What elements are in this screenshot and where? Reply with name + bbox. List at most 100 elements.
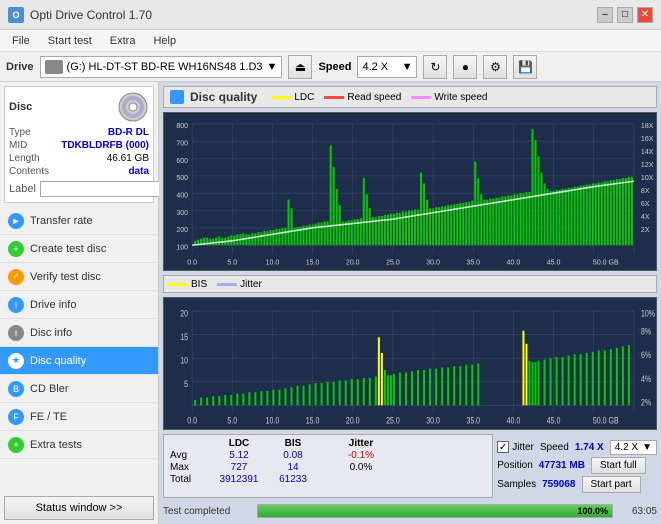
disc-length-value: 46.61 GB (107, 153, 149, 164)
sidebar-item-extra-tests[interactable]: + Extra tests (0, 431, 158, 459)
cd-bler-icon: B (8, 381, 24, 397)
refresh-button[interactable]: ↻ (423, 55, 447, 79)
col-ldc-header: LDC (214, 438, 264, 449)
disc-mid-row: MID TDKBLDRFB (000) (9, 140, 149, 151)
menu-start-test[interactable]: Start test (40, 33, 100, 49)
svg-text:40.0: 40.0 (507, 416, 521, 426)
svg-text:40.0: 40.0 (507, 257, 521, 266)
stats-area: LDC BIS Jitter Avg 5.12 0.08 -0.1% Max 7… (163, 434, 657, 498)
nav-label-disc-info: Disc info (30, 327, 72, 339)
drive-name: (G:) HL-DT-ST BD-RE WH16NS48 1.D3 (67, 61, 263, 73)
sidebar-item-verify-test-disc[interactable]: ✓ Verify test disc (0, 263, 158, 291)
nav-label-create-test-disc: Create test disc (30, 243, 106, 255)
disc-length-row: Length 46.61 GB (9, 153, 149, 164)
svg-text:400: 400 (176, 190, 188, 199)
progress-bar-container: 100.0% (257, 504, 613, 518)
svg-text:15.0: 15.0 (306, 416, 320, 426)
status-window-button[interactable]: Status window >> (4, 496, 154, 520)
jitter-label: Jitter (240, 279, 262, 290)
stats-table: LDC BIS Jitter Avg 5.12 0.08 -0.1% Max 7… (163, 434, 493, 498)
position-label: Position (497, 460, 533, 471)
sidebar-item-disc-info[interactable]: i Disc info (0, 319, 158, 347)
read-speed-color (324, 96, 344, 99)
svg-text:45.0: 45.0 (547, 257, 561, 266)
sidebar-item-transfer-rate[interactable]: ► Transfer rate (0, 207, 158, 235)
menu-file[interactable]: File (4, 33, 38, 49)
disc-title: Disc (9, 101, 32, 113)
disc-panel-header: Disc (9, 91, 149, 123)
bis-chart-legend-row: BIS Jitter (163, 275, 657, 293)
save-button[interactable]: 💾 (513, 55, 537, 79)
svg-text:8%: 8% (641, 327, 651, 337)
maximize-button[interactable]: □ (617, 7, 633, 23)
svg-text:500: 500 (176, 173, 188, 182)
sidebar-item-cd-bler[interactable]: B CD Bler (0, 375, 158, 403)
disc-type-row: Type BD-R DL (9, 127, 149, 138)
avg-jitter: -0.1% (336, 450, 386, 461)
chart-header-icon (170, 90, 184, 104)
main-layout: Disc Type BD-R DL MID TDKBLDRFB (000) Le… (0, 82, 661, 524)
svg-text:8X: 8X (641, 186, 650, 195)
menu-bar: File Start test Extra Help (0, 30, 661, 52)
col-jitter-header: Jitter (336, 438, 386, 449)
sidebar-item-create-test-disc[interactable]: + Create test disc (0, 235, 158, 263)
progress-bar-fill (258, 505, 612, 517)
col-empty (170, 438, 210, 449)
svg-text:16X: 16X (641, 134, 654, 143)
menu-help[interactable]: Help (145, 33, 184, 49)
disc-quality-icon: ★ (8, 353, 24, 369)
disc-info-icon: i (8, 325, 24, 341)
max-label: Max (170, 462, 210, 473)
status-text: Test completed (163, 506, 253, 517)
speed-select[interactable]: 4.2 X ▼ (357, 56, 417, 78)
minimize-button[interactable]: – (597, 7, 613, 23)
ldc-chart-svg: 800 700 600 500 400 300 200 100 18X 16X … (164, 113, 656, 270)
disc-label-row: Label ✎ (9, 180, 149, 198)
drive-label: Drive (6, 61, 34, 73)
svg-text:20: 20 (180, 309, 188, 319)
max-ldc: 727 (214, 462, 264, 473)
start-part-button[interactable]: Start part (582, 476, 641, 493)
avg-label: Avg (170, 450, 210, 461)
nav-label-extra-tests: Extra tests (30, 439, 82, 451)
title-bar-left: O Opti Drive Control 1.70 (8, 7, 152, 23)
settings-button[interactable]: ⚙ (483, 55, 507, 79)
ldc-color (271, 96, 291, 99)
bis-chart-svg: 20 15 10 5 10% 8% 6% 4% 2% 0.0 5.0 10.0 … (164, 298, 656, 429)
svg-text:45.0: 45.0 (547, 416, 561, 426)
disc-label-label: Label (9, 183, 36, 195)
disc-contents-row: Contents data (9, 166, 149, 177)
title-bar: O Opti Drive Control 1.70 – □ ✕ (0, 0, 661, 30)
stats-grid: LDC BIS Jitter Avg 5.12 0.08 -0.1% Max 7… (170, 438, 486, 485)
legend-jitter: Jitter (217, 279, 262, 290)
sidebar-item-drive-info[interactable]: i Drive info (0, 291, 158, 319)
jitter-checkbox[interactable]: ✓ (497, 441, 509, 453)
start-full-button[interactable]: Start full (591, 457, 646, 474)
chart-title: Disc quality (190, 90, 257, 104)
nav-label-transfer-rate: Transfer rate (30, 215, 93, 227)
max-jitter: 0.0% (336, 462, 386, 473)
svg-text:15: 15 (180, 332, 188, 342)
svg-text:10.0: 10.0 (266, 416, 280, 426)
svg-text:5.0: 5.0 (227, 257, 237, 266)
svg-text:10%: 10% (641, 309, 655, 319)
sidebar-item-disc-quality[interactable]: ★ Disc quality (0, 347, 158, 375)
svg-text:10: 10 (180, 356, 188, 366)
fe-te-icon: F (8, 409, 24, 425)
col-empty3 (322, 450, 332, 461)
legend-write-speed: Write speed (411, 92, 487, 103)
svg-text:800: 800 (176, 121, 188, 130)
close-button[interactable]: ✕ (637, 7, 653, 23)
disc-length-label: Length (9, 153, 40, 164)
disc-label-input[interactable] (40, 181, 178, 197)
sidebar-item-fe-te[interactable]: F FE / TE (0, 403, 158, 431)
drive-select[interactable]: (G:) HL-DT-ST BD-RE WH16NS48 1.D3 ▼ (40, 56, 283, 78)
menu-extra[interactable]: Extra (102, 33, 144, 49)
speed-stat-dropdown[interactable]: 4.2 X ▼ (610, 440, 657, 455)
svg-text:12X: 12X (641, 160, 654, 169)
speed-dropdown-arrow: ▼ (642, 442, 652, 453)
burn-button[interactable]: ● (453, 55, 477, 79)
jitter-checkbox-group: ✓ Jitter (497, 441, 534, 453)
max-bis: 14 (268, 462, 318, 473)
eject-button[interactable]: ⏏ (288, 55, 312, 79)
